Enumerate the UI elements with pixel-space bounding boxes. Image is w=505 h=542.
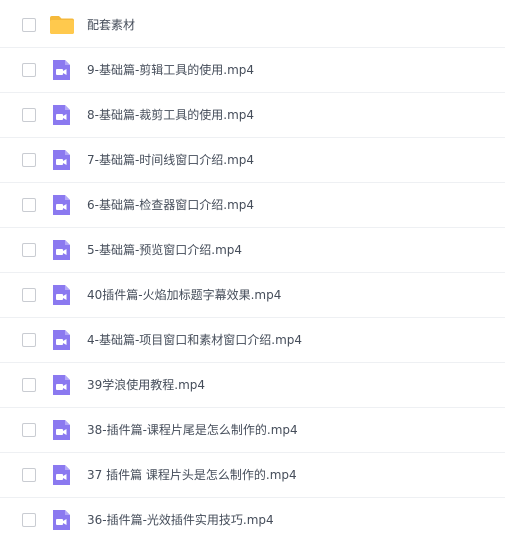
file-name: 4-基础篇-项目窗口和素材窗口介绍.mp4	[87, 333, 303, 347]
row-checkbox[interactable]	[22, 378, 36, 392]
row-checkbox[interactable]	[22, 18, 36, 32]
file-name: 配套素材	[87, 18, 136, 32]
file-name: 39学浪使用教程.mp4	[87, 378, 206, 392]
row-checkbox[interactable]	[22, 63, 36, 77]
file-row-video[interactable]: 9-基础篇-剪辑工具的使用.mp4	[0, 48, 505, 93]
file-row-video[interactable]: 37 插件篇 课程片头是怎么制作的.mp4	[0, 453, 505, 498]
file-name: 37 插件篇 课程片头是怎么制作的.mp4	[87, 468, 297, 482]
video-file-icon	[49, 508, 73, 532]
video-file-icon	[49, 463, 73, 487]
row-checkbox[interactable]	[22, 513, 36, 527]
video-file-icon	[49, 328, 73, 352]
file-name: 40插件篇-火焰加标题字幕效果.mp4	[87, 288, 282, 302]
file-name: 36-插件篇-光效插件实用技巧.mp4	[87, 513, 274, 527]
file-name: 38-插件篇-课程片尾是怎么制作的.mp4	[87, 423, 298, 437]
row-checkbox[interactable]	[22, 243, 36, 257]
row-checkbox[interactable]	[22, 198, 36, 212]
row-checkbox[interactable]	[22, 288, 36, 302]
row-checkbox[interactable]	[22, 153, 36, 167]
video-file-icon	[49, 418, 73, 442]
file-name: 5-基础篇-预览窗口介绍.mp4	[87, 243, 243, 257]
file-row-video[interactable]: 4-基础篇-项目窗口和素材窗口介绍.mp4	[0, 318, 505, 363]
row-checkbox[interactable]	[22, 333, 36, 347]
file-row-video[interactable]: 8-基础篇-裁剪工具的使用.mp4	[0, 93, 505, 138]
file-list: 配套素材 9-基础篇-剪辑工具的使用.mp4 8-基础篇-裁剪工具的使用.mp4	[0, 0, 505, 542]
file-row-video[interactable]: 7-基础篇-时间线窗口介绍.mp4	[0, 138, 505, 183]
video-file-icon	[49, 373, 73, 397]
row-checkbox[interactable]	[22, 423, 36, 437]
file-row-video[interactable]: 6-基础篇-检查器窗口介绍.mp4	[0, 183, 505, 228]
file-row-folder[interactable]: 配套素材	[0, 3, 505, 48]
file-name: 6-基础篇-检查器窗口介绍.mp4	[87, 198, 255, 212]
file-row-video[interactable]: 40插件篇-火焰加标题字幕效果.mp4	[0, 273, 505, 318]
row-checkbox[interactable]	[22, 108, 36, 122]
file-row-video[interactable]: 39学浪使用教程.mp4	[0, 363, 505, 408]
file-name: 7-基础篇-时间线窗口介绍.mp4	[87, 153, 255, 167]
video-file-icon	[49, 238, 73, 262]
video-file-icon	[49, 103, 73, 127]
video-file-icon	[49, 193, 73, 217]
file-name: 9-基础篇-剪辑工具的使用.mp4	[87, 63, 255, 77]
video-file-icon	[49, 283, 73, 307]
file-row-video[interactable]: 38-插件篇-课程片尾是怎么制作的.mp4	[0, 408, 505, 453]
row-checkbox[interactable]	[22, 468, 36, 482]
file-row-video[interactable]: 36-插件篇-光效插件实用技巧.mp4	[0, 498, 505, 542]
file-row-video[interactable]: 5-基础篇-预览窗口介绍.mp4	[0, 228, 505, 273]
folder-icon	[49, 13, 74, 37]
video-file-icon	[49, 58, 73, 82]
video-file-icon	[49, 148, 73, 172]
file-name: 8-基础篇-裁剪工具的使用.mp4	[87, 108, 255, 122]
